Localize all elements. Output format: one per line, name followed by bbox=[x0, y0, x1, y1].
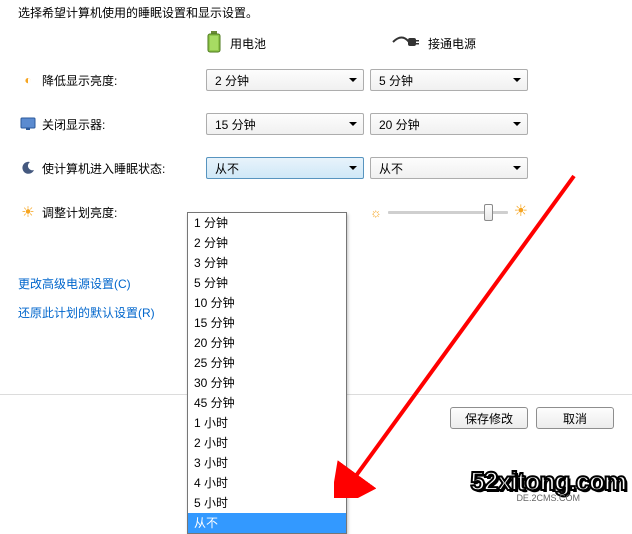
chevron-down-icon bbox=[513, 122, 521, 126]
off-battery-value: 15 分钟 bbox=[215, 116, 256, 133]
dropdown-option[interactable]: 2 分钟 bbox=[188, 233, 346, 253]
dim-battery-select[interactable]: 2 分钟 bbox=[206, 69, 364, 91]
dropdown-option[interactable]: 5 分钟 bbox=[188, 273, 346, 293]
battery-icon bbox=[206, 31, 222, 55]
dropdown-option[interactable]: 4 小时 bbox=[188, 473, 346, 493]
column-battery-label: 用电池 bbox=[230, 35, 266, 52]
sleep-battery-dropdown[interactable]: 1 分钟2 分钟3 分钟5 分钟10 分钟15 分钟20 分钟25 分钟30 分… bbox=[187, 212, 347, 534]
chevron-down-icon bbox=[349, 122, 357, 126]
dropdown-option[interactable]: 15 分钟 bbox=[188, 313, 346, 333]
plug-icon bbox=[392, 35, 420, 51]
off-battery-select[interactable]: 15 分钟 bbox=[206, 113, 364, 135]
column-headers: 用电池 接通电源 bbox=[18, 31, 620, 55]
dropdown-option[interactable]: 1 小时 bbox=[188, 413, 346, 433]
dropdown-option[interactable]: 25 分钟 bbox=[188, 353, 346, 373]
off-plugged-select[interactable]: 20 分钟 bbox=[370, 113, 528, 135]
sun-small-icon: ☼ bbox=[370, 206, 382, 219]
row-off-display: 关闭显示器: 15 分钟 20 分钟 bbox=[18, 113, 620, 135]
sun-large-icon: ☀ bbox=[514, 204, 528, 220]
display-off-icon bbox=[18, 117, 38, 131]
dim-icon: ◐ bbox=[18, 73, 38, 87]
chevron-down-icon bbox=[349, 166, 357, 170]
dropdown-option[interactable]: 5 小时 bbox=[188, 493, 346, 513]
cancel-button[interactable]: 取消 bbox=[536, 407, 614, 429]
dropdown-option[interactable]: 3 分钟 bbox=[188, 253, 346, 273]
row-dim-label: 降低显示亮度: bbox=[38, 72, 206, 89]
row-brightness-label: 调整计划亮度: bbox=[38, 204, 206, 221]
dropdown-option[interactable]: 3 小时 bbox=[188, 453, 346, 473]
row-dim-display: ◐ 降低显示亮度: 2 分钟 5 分钟 bbox=[18, 69, 620, 91]
watermark: 52xitong.com DE.2CMS.COM bbox=[470, 466, 626, 503]
dropdown-option[interactable]: 从不 bbox=[188, 513, 346, 533]
sun-icon: ☀ bbox=[18, 203, 38, 221]
off-plugged-value: 20 分钟 bbox=[379, 116, 420, 133]
instructions-text: 选择希望计算机使用的睡眠设置和显示设置。 bbox=[18, 4, 620, 21]
moon-icon bbox=[18, 161, 38, 175]
chevron-down-icon bbox=[349, 78, 357, 82]
sleep-plugged-value: 从不 bbox=[379, 160, 403, 177]
sleep-plugged-select[interactable]: 从不 bbox=[370, 157, 528, 179]
save-button[interactable]: 保存修改 bbox=[450, 407, 528, 429]
chevron-down-icon bbox=[513, 78, 521, 82]
dropdown-option[interactable]: 30 分钟 bbox=[188, 373, 346, 393]
sleep-battery-value: 从不 bbox=[215, 160, 239, 177]
dropdown-option[interactable]: 2 小时 bbox=[188, 433, 346, 453]
row-sleep-label: 使计算机进入睡眠状态: bbox=[38, 160, 206, 177]
brightness-plugged-slider[interactable]: ☼ ☀ bbox=[370, 201, 528, 223]
dropdown-option[interactable]: 45 分钟 bbox=[188, 393, 346, 413]
slider-thumb[interactable] bbox=[484, 204, 493, 221]
chevron-down-icon bbox=[513, 166, 521, 170]
row-off-label: 关闭显示器: bbox=[38, 116, 206, 133]
sleep-battery-select[interactable]: 从不 bbox=[206, 157, 364, 179]
column-plugged-label: 接通电源 bbox=[428, 35, 476, 52]
dim-plugged-value: 5 分钟 bbox=[379, 72, 413, 89]
row-sleep: 使计算机进入睡眠状态: 从不 从不 bbox=[18, 157, 620, 179]
dim-battery-value: 2 分钟 bbox=[215, 72, 249, 89]
dropdown-option[interactable]: 10 分钟 bbox=[188, 293, 346, 313]
dropdown-option[interactable]: 20 分钟 bbox=[188, 333, 346, 353]
dropdown-option[interactable]: 1 分钟 bbox=[188, 213, 346, 233]
dim-plugged-select[interactable]: 5 分钟 bbox=[370, 69, 528, 91]
